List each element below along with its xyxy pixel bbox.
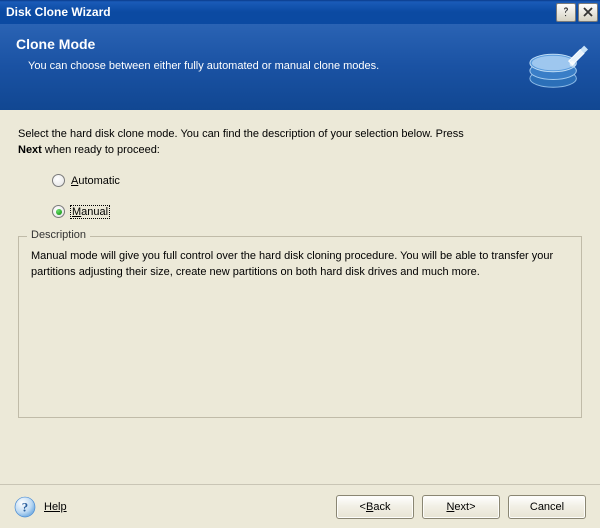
description-text: Manual mode will give you full control o… [31, 249, 569, 281]
help-icon[interactable]: ? [14, 496, 36, 518]
instructions-line1: Select the hard disk clone mode. You can… [18, 128, 582, 140]
disk-clone-icon [526, 32, 588, 94]
description-legend: Description [27, 229, 90, 241]
close-icon [582, 6, 594, 18]
help-link[interactable]: Help [44, 501, 67, 513]
instructions-line2: Next when ready to proceed: [18, 144, 582, 156]
radio-automatic-label: Automatic [71, 175, 120, 187]
radio-icon [52, 205, 65, 218]
svg-text:?: ? [22, 500, 28, 514]
next-button[interactable]: Next > [422, 495, 500, 519]
description-group: Description Manual mode will give you fu… [18, 236, 582, 418]
wizard-footer: ? Help < Back Next > Cancel [0, 484, 600, 528]
banner-title: Clone Mode [16, 36, 584, 52]
radio-icon [52, 174, 65, 187]
cancel-button[interactable]: Cancel [508, 495, 586, 519]
close-button[interactable] [578, 3, 598, 22]
help-button[interactable] [556, 3, 576, 22]
wizard-banner: Clone Mode You can choose between either… [0, 24, 600, 110]
titlebar: Disk Clone Wizard [0, 0, 600, 24]
radio-manual[interactable]: Manual [52, 205, 582, 218]
radio-manual-label: Manual [71, 206, 109, 218]
wizard-content: Select the hard disk clone mode. You can… [0, 110, 600, 418]
radio-automatic[interactable]: Automatic [52, 174, 582, 187]
banner-subtitle: You can choose between either fully auto… [16, 60, 584, 72]
back-button[interactable]: < Back [336, 495, 414, 519]
question-icon [560, 6, 572, 18]
window-title: Disk Clone Wizard [6, 5, 556, 19]
